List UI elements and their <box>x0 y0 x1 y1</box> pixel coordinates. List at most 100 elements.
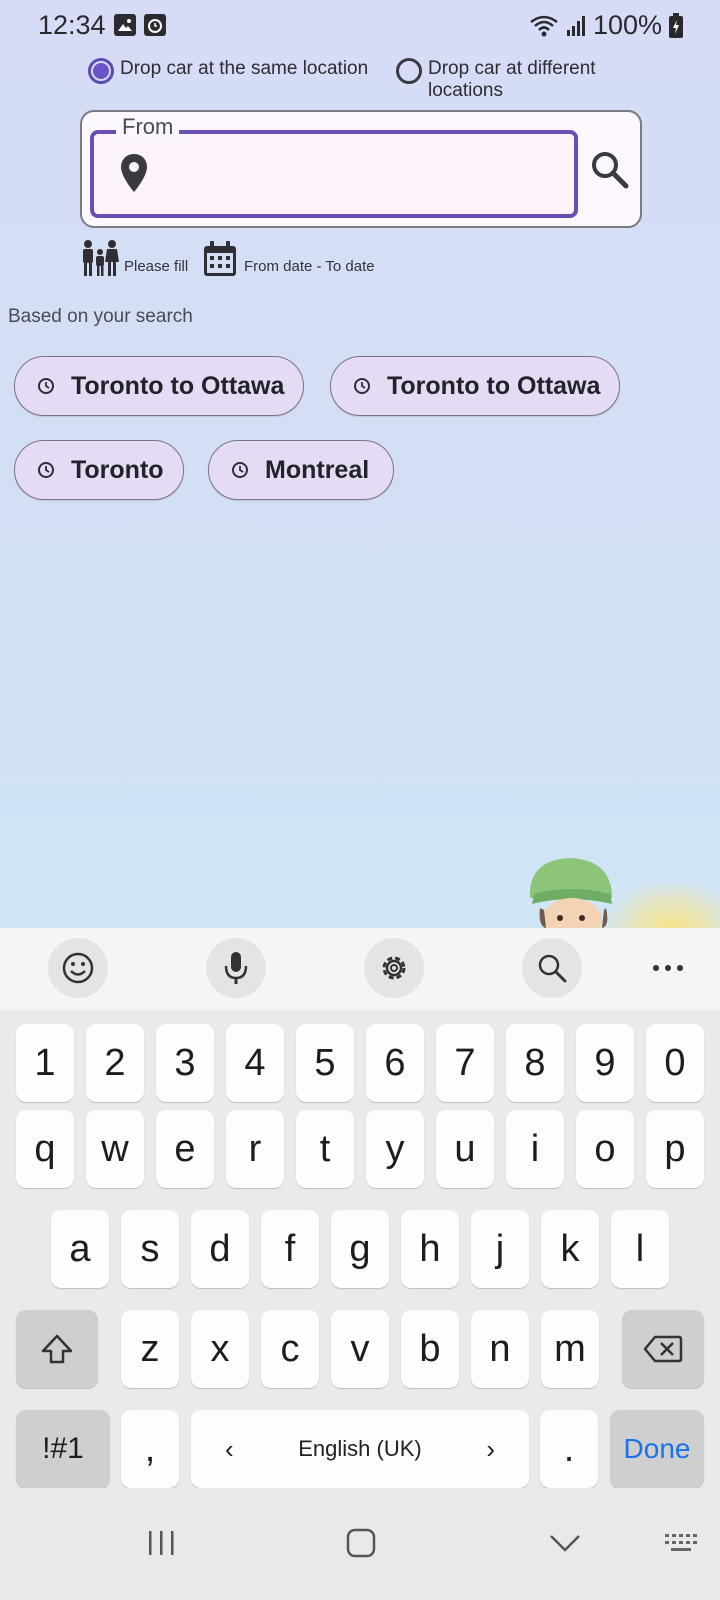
key-r[interactable]: r <box>226 1110 284 1188</box>
key-j[interactable]: j <box>471 1210 529 1288</box>
settings-icon[interactable] <box>364 938 424 998</box>
space-key[interactable]: ‹ English (UK) › <box>191 1410 529 1488</box>
period-key[interactable]: . <box>540 1410 598 1488</box>
recent-search-chip[interactable]: Toronto <box>14 440 184 500</box>
calendar-icon[interactable] <box>202 240 238 278</box>
shift-icon <box>41 1334 73 1364</box>
radio-same-label: Drop car at the same location <box>120 58 369 79</box>
back-chevron-icon[interactable] <box>540 1518 590 1568</box>
shift-key[interactable] <box>16 1310 98 1388</box>
comma-key[interactable]: , <box>121 1410 179 1488</box>
key-8[interactable]: 8 <box>506 1024 564 1102</box>
key-c[interactable]: c <box>261 1310 319 1388</box>
key-w[interactable]: w <box>86 1110 144 1188</box>
backspace-key[interactable] <box>622 1310 704 1388</box>
key-x[interactable]: x <box>191 1310 249 1388</box>
key-t[interactable]: t <box>296 1110 354 1188</box>
from-label: From <box>116 114 180 140</box>
keyboard-switch-icon[interactable] <box>656 1518 706 1568</box>
key-l[interactable]: l <box>611 1210 669 1288</box>
battery-charging-icon <box>669 12 683 38</box>
key-6[interactable]: 6 <box>366 1024 424 1102</box>
radio-different-label-line1: Drop car at different <box>428 58 596 79</box>
key-1[interactable]: 1 <box>16 1024 74 1102</box>
key-a[interactable]: a <box>51 1210 109 1288</box>
key-f[interactable]: f <box>261 1210 319 1288</box>
chip-label: Toronto to Ottawa <box>71 371 285 400</box>
trip-meta-row: Please fill From date - To date <box>80 236 680 282</box>
recent-search-chip[interactable]: Toronto to Ottawa <box>14 356 304 416</box>
key-q[interactable]: q <box>16 1110 74 1188</box>
key-y[interactable]: y <box>366 1110 424 1188</box>
key-p[interactable]: p <box>646 1110 704 1188</box>
key-k[interactable]: k <box>541 1210 599 1288</box>
radio-different-location[interactable]: Drop car at different locations <box>396 58 596 102</box>
battery-percent: 100% <box>592 10 662 40</box>
key-h[interactable]: h <box>401 1210 459 1288</box>
search-icon[interactable] <box>522 938 582 998</box>
radio-unchecked-icon[interactable] <box>396 58 422 84</box>
signal-icon <box>566 15 585 36</box>
search-card: From <box>80 110 642 228</box>
key-d[interactable]: d <box>191 1210 249 1288</box>
key-i[interactable]: i <box>506 1110 564 1188</box>
backspace-icon <box>643 1335 683 1363</box>
key-7[interactable]: 7 <box>436 1024 494 1102</box>
key-n[interactable]: n <box>471 1310 529 1388</box>
gallery-icon <box>114 14 136 36</box>
status-time: 12:34 <box>38 10 106 40</box>
key-9[interactable]: 9 <box>576 1024 634 1102</box>
mascot-illustration <box>529 858 612 928</box>
key-e[interactable]: e <box>156 1110 214 1188</box>
chip-label: Montreal <box>265 455 370 484</box>
key-u[interactable]: u <box>436 1110 494 1188</box>
status-bar: 12:34 100% <box>0 0 720 52</box>
symbols-key[interactable]: !#1 <box>16 1410 110 1488</box>
system-nav-bar <box>0 1488 720 1600</box>
radio-same-location[interactable]: Drop car at the same location <box>88 58 368 84</box>
status-system-icons: 100% <box>529 10 684 41</box>
from-input[interactable] <box>166 152 566 196</box>
key-4[interactable]: 4 <box>226 1024 284 1102</box>
history-clock-icon <box>38 378 54 394</box>
key-g[interactable]: g <box>331 1210 389 1288</box>
recent-search-chip[interactable]: Montreal <box>208 440 394 500</box>
key-5[interactable]: 5 <box>296 1024 354 1102</box>
passengers-icon[interactable] <box>80 240 120 278</box>
chip-label: Toronto to Ottawa <box>387 371 601 400</box>
key-3[interactable]: 3 <box>156 1024 214 1102</box>
from-field[interactable]: From <box>90 114 578 218</box>
search-icon[interactable] <box>588 148 632 192</box>
cursor-right-icon[interactable]: › <box>486 1434 495 1465</box>
done-key[interactable]: Done <box>610 1410 704 1488</box>
emoji-icon[interactable] <box>48 938 108 998</box>
key-o[interactable]: o <box>576 1110 634 1188</box>
passengers-label[interactable]: Please fill <box>124 258 188 275</box>
key-b[interactable]: b <box>401 1310 459 1388</box>
more-icon[interactable] <box>638 938 698 998</box>
key-z[interactable]: z <box>121 1310 179 1388</box>
history-clock-icon <box>232 462 248 478</box>
recent-search-chip[interactable]: Toronto to Ottawa <box>330 356 620 416</box>
radio-different-label: Drop car at different locations <box>428 58 596 102</box>
keyboard-toolbar <box>0 928 720 1010</box>
recent-apps-icon[interactable] <box>136 1518 186 1568</box>
chip-label: Toronto <box>71 455 164 484</box>
key-2[interactable]: 2 <box>86 1024 144 1102</box>
status-notification-icons <box>114 14 166 36</box>
key-m[interactable]: m <box>541 1310 599 1388</box>
recent-searches-title: Based on your search <box>8 306 193 327</box>
key-0[interactable]: 0 <box>646 1024 704 1102</box>
microphone-icon[interactable] <box>206 938 266 998</box>
cursor-left-icon[interactable]: ‹ <box>225 1434 234 1465</box>
radio-different-label-line2: locations <box>428 80 503 101</box>
history-clock-icon <box>354 378 370 394</box>
home-icon[interactable] <box>336 1518 386 1568</box>
wifi-icon <box>530 15 558 36</box>
key-s[interactable]: s <box>121 1210 179 1288</box>
key-v[interactable]: v <box>331 1310 389 1388</box>
history-clock-icon <box>38 462 54 478</box>
radio-checked-icon[interactable] <box>88 58 114 84</box>
drop-location-options: Drop car at the same location Drop car a… <box>88 54 648 104</box>
date-range-label[interactable]: From date - To date <box>244 258 375 275</box>
